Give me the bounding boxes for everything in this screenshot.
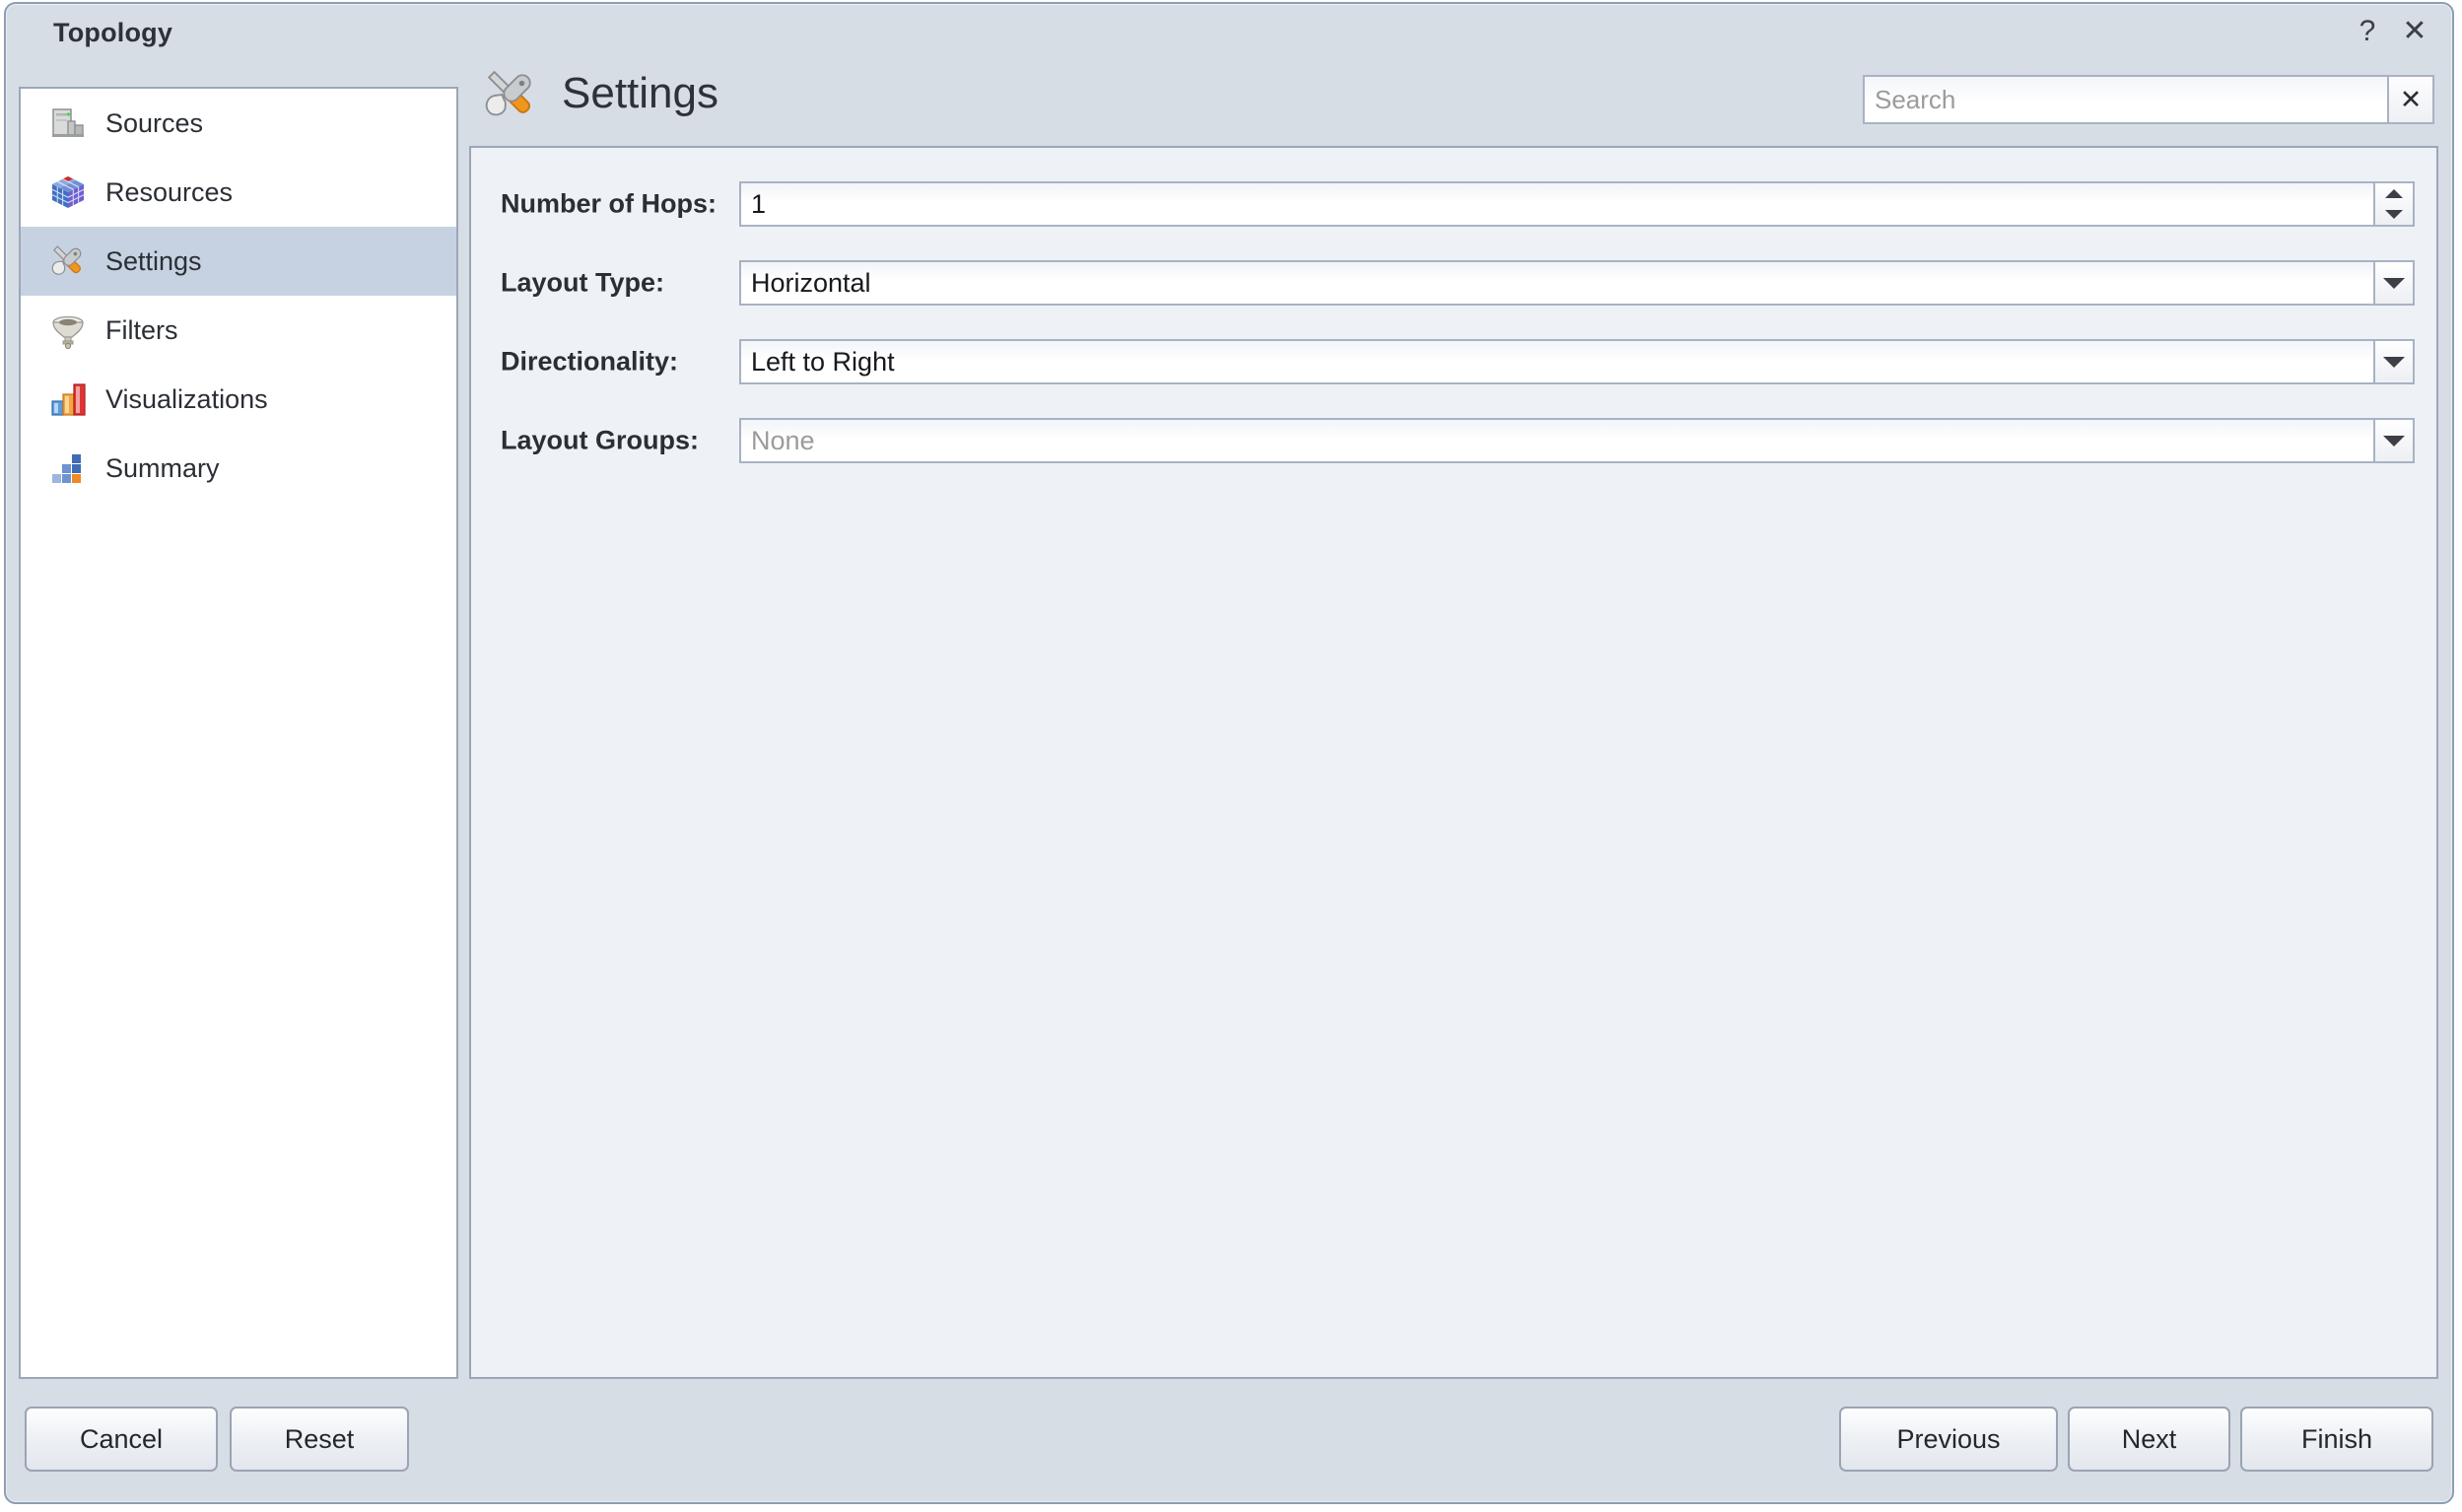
topology-dialog-window: Topology ? ✕ Sources Resources Settings … xyxy=(4,2,2454,1504)
chevron-down-icon[interactable] xyxy=(2373,260,2415,306)
sidebar-item-sources[interactable]: Sources xyxy=(21,89,456,158)
layout-type-value[interactable]: Horizontal xyxy=(739,260,2373,306)
field-label: Layout Type: xyxy=(501,267,665,298)
stepper-up-icon[interactable] xyxy=(2375,183,2413,204)
form-row-layout-type: Layout Type: Horizontal xyxy=(471,260,2436,306)
field-label: Directionality: xyxy=(501,346,679,377)
sidebar-item-resources[interactable]: Resources xyxy=(21,158,456,227)
form-row-layout-groups: Layout Groups: None xyxy=(471,418,2436,463)
bar-chart-icon xyxy=(46,378,90,421)
search-box: ✕ xyxy=(1863,75,2434,124)
sidebar-item-filters[interactable]: Filters xyxy=(21,296,456,365)
reset-button[interactable]: Reset xyxy=(230,1407,409,1472)
stepper-down-icon[interactable] xyxy=(2375,204,2413,225)
number-of-hops-input[interactable]: 1 xyxy=(739,181,2373,227)
form-row-number-of-hops: Number of Hops: 1 xyxy=(471,181,2436,227)
settings-form-panel: Number of Hops: 1 Layout Type: Horizonta… xyxy=(469,146,2438,1379)
form-row-directionality: Directionality: Left to Right xyxy=(471,339,2436,384)
sidebar-item-label: Settings xyxy=(105,245,202,276)
server-icon xyxy=(46,102,90,145)
content-frame: Settings ✕ Number of Hops: 1 xyxy=(469,18,2438,1379)
chevron-down-icon[interactable] xyxy=(2373,418,2415,463)
sidebar-item-visualizations[interactable]: Visualizations xyxy=(21,365,456,434)
quantity-stepper[interactable] xyxy=(2373,181,2415,227)
tools-icon xyxy=(46,240,90,283)
cancel-button[interactable]: Cancel xyxy=(25,1407,218,1472)
chevron-down-icon[interactable] xyxy=(2373,339,2415,384)
tools-icon xyxy=(477,61,544,128)
dialog-footer: Cancel Reset Previous Next Finish xyxy=(6,1379,2452,1502)
finish-button[interactable]: Finish xyxy=(2240,1407,2433,1472)
summary-grid-icon xyxy=(46,447,90,490)
cube-icon xyxy=(46,171,90,214)
sidebar-item-label: Summary xyxy=(105,452,220,483)
layout-groups-field: None xyxy=(739,418,2415,463)
search-input[interactable] xyxy=(1863,75,2387,124)
page-title: Settings xyxy=(562,69,718,117)
layout-groups-value[interactable]: None xyxy=(739,418,2373,463)
directionality-value[interactable]: Left to Right xyxy=(739,339,2373,384)
previous-button[interactable]: Previous xyxy=(1839,1407,2058,1472)
sidebar-nav-panel: Sources Resources Settings Filters Visua… xyxy=(19,87,458,1379)
field-label: Number of Hops: xyxy=(501,188,717,219)
layout-type-field: Horizontal xyxy=(739,260,2415,306)
sidebar-item-settings[interactable]: Settings xyxy=(21,227,456,296)
directionality-field: Left to Right xyxy=(739,339,2415,384)
sidebar-item-label: Filters xyxy=(105,314,178,345)
next-button[interactable]: Next xyxy=(2068,1407,2230,1472)
window-title: Topology xyxy=(53,18,173,47)
content-header: Settings ✕ xyxy=(469,18,2438,146)
sidebar-item-label: Sources xyxy=(105,107,204,138)
sidebar-item-summary[interactable]: Summary xyxy=(21,434,456,503)
filter-funnel-icon xyxy=(46,309,90,352)
number-of-hops-field: 1 xyxy=(739,181,2415,227)
field-label: Layout Groups: xyxy=(501,425,699,455)
search-clear-icon[interactable]: ✕ xyxy=(2387,75,2434,124)
sidebar-item-label: Visualizations xyxy=(105,383,268,414)
sidebar-item-label: Resources xyxy=(105,176,234,207)
